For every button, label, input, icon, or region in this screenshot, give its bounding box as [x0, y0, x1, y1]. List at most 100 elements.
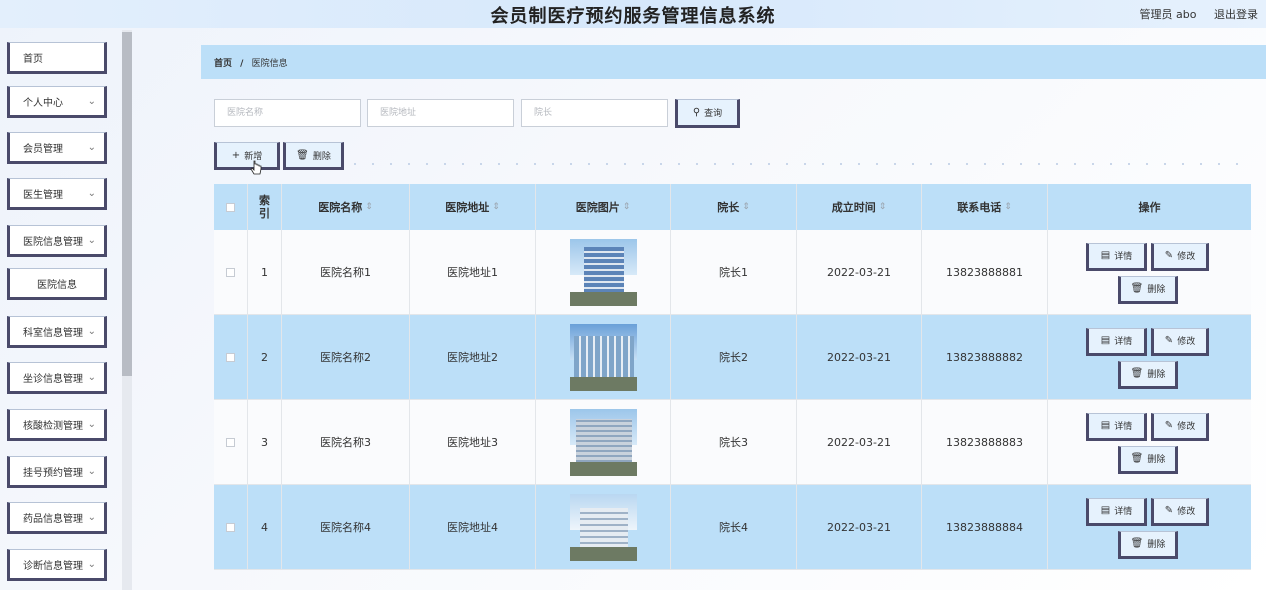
chevron-down-icon: ⌄	[87, 235, 96, 246]
header-phone[interactable]: 联系电话 ⇕	[922, 184, 1048, 230]
row-checkbox[interactable]	[226, 352, 235, 362]
document-icon: ▤	[1100, 250, 1111, 261]
edit-button-label: 修改	[1177, 507, 1196, 517]
row-select-cell[interactable]	[214, 230, 248, 314]
select-all-cell[interactable]	[214, 184, 248, 230]
detail-button[interactable]: ▤ 详情	[1086, 497, 1147, 526]
header-phone-label: 联系电话	[957, 201, 1002, 214]
sidebar-item[interactable]: 核酸检测管理 ⌄	[7, 409, 107, 441]
delete-button[interactable]: 🗑 删除	[1118, 360, 1178, 389]
sidebar-item[interactable]: 会员管理 ⌄	[7, 132, 107, 164]
sidebar-item[interactable]: 诊断信息管理 ⌄	[7, 549, 107, 581]
header-image[interactable]: 医院图片 ⇕	[536, 184, 671, 230]
hospital-table: 索引 医院名称 ⇕ 医院地址 ⇕ 医院图片 ⇕ 院长 ⇕ 成立时间 ⇕ 联系电话 ⇕ 操作 …	[214, 184, 1251, 570]
trash-icon: 🗑	[1130, 368, 1144, 379]
sidebar-item[interactable]: 挂号预约管理 ⌄	[7, 456, 107, 488]
header-name[interactable]: 医院名称 ⇕	[282, 184, 410, 230]
delete-button-label: 删除	[1147, 370, 1166, 380]
batch-delete-button[interactable]: 🗑 删除	[283, 142, 344, 170]
sidebar-item[interactable]: 科室信息管理 ⌄	[7, 316, 107, 348]
sidebar-item-label: 会员管理	[23, 143, 63, 155]
sort-icon[interactable]: ⇕	[1004, 202, 1012, 212]
row-name: 医院名称3	[282, 400, 410, 484]
row-checkbox[interactable]	[226, 267, 235, 277]
hospital-address-input[interactable]	[367, 99, 514, 127]
row-image-cell	[536, 485, 671, 569]
row-index: 3	[248, 400, 282, 484]
batch-delete-label: 删除	[312, 151, 331, 162]
chevron-down-icon: ⌄	[87, 142, 96, 153]
row-image-cell	[536, 400, 671, 484]
header-ops: 操作	[1048, 184, 1251, 230]
row-select-cell[interactable]	[214, 400, 248, 484]
row-select-cell[interactable]	[214, 315, 248, 399]
row-checkbox[interactable]	[226, 522, 235, 532]
sidebar-item[interactable]: 坐诊信息管理 ⌄	[7, 362, 107, 394]
sidebar-item[interactable]: 个人中心 ⌄	[7, 86, 107, 118]
header-dean[interactable]: 院长 ⇕	[671, 184, 797, 230]
row-phone: 13823888883	[922, 400, 1048, 484]
delete-button-label: 删除	[1147, 285, 1166, 295]
sort-icon[interactable]: ⇕	[742, 202, 750, 212]
row-date: 2022-03-21	[797, 315, 922, 399]
select-all-checkbox[interactable]	[226, 202, 235, 212]
dean-input[interactable]	[521, 99, 668, 127]
admin-user-label[interactable]: 管理员 abo	[1140, 8, 1197, 21]
header-address[interactable]: 医院地址 ⇕	[410, 184, 536, 230]
detail-button[interactable]: ▤ 详情	[1086, 327, 1147, 356]
sort-icon[interactable]: ⇕	[492, 202, 500, 212]
header-index: 索引	[248, 184, 282, 230]
document-icon: ▤	[1100, 335, 1111, 346]
detail-button[interactable]: ▤ 详情	[1086, 412, 1147, 441]
sidebar-item-label: 医院信息	[37, 279, 77, 291]
sort-icon[interactable]: ⇕	[879, 202, 887, 212]
sidebar-item[interactable]: 药品信息管理 ⌄	[7, 502, 107, 534]
row-checkbox[interactable]	[226, 437, 235, 447]
row-ops-cell: ▤ 详情 ✎ 修改 🗑 删除	[1048, 315, 1251, 399]
sidebar-item-label: 医院信息管理	[23, 236, 83, 248]
delete-button[interactable]: 🗑 删除	[1118, 530, 1178, 559]
pencil-icon: ✎	[1164, 420, 1174, 431]
hospital-image	[569, 408, 637, 476]
hospital-name-input[interactable]	[214, 99, 361, 127]
search-icon: ⚲	[692, 107, 701, 118]
row-index: 2	[248, 315, 282, 399]
edit-button[interactable]: ✎ 修改	[1151, 497, 1209, 526]
top-bar: 会员制医疗预约服务管理信息系统 管理员 abo 退出登录	[0, 0, 1266, 28]
detail-button-label: 详情	[1114, 252, 1133, 262]
sort-icon[interactable]: ⇕	[365, 202, 373, 212]
header-date[interactable]: 成立时间 ⇕	[797, 184, 922, 230]
document-icon: ▤	[1100, 505, 1111, 516]
plus-icon: +	[231, 149, 241, 161]
delete-button[interactable]: 🗑 删除	[1118, 445, 1178, 474]
table-header-row: 索引 医院名称 ⇕ 医院地址 ⇕ 医院图片 ⇕ 院长 ⇕ 成立时间 ⇕ 联系电话 ⇕ 操作	[214, 184, 1251, 230]
sidebar-item[interactable]: 首页	[7, 42, 107, 74]
row-address: 医院地址1	[410, 230, 536, 314]
logout-link[interactable]: 退出登录	[1214, 8, 1258, 21]
table-row: 3 医院名称3 医院地址3 院长3 2022-03-21 13823888883 ▤ 详情 ✎ 修…	[214, 400, 1251, 485]
edit-button[interactable]: ✎ 修改	[1151, 412, 1209, 441]
edit-button[interactable]: ✎ 修改	[1151, 327, 1209, 356]
sidebar-item-label: 挂号预约管理	[23, 467, 83, 479]
breadcrumb: 首页 / 医院信息	[201, 45, 1266, 79]
sort-icon[interactable]: ⇕	[623, 202, 631, 212]
add-button[interactable]: + 新增	[214, 142, 280, 170]
row-select-cell[interactable]	[214, 485, 248, 569]
trash-icon: 🗑	[1130, 283, 1144, 294]
delete-button[interactable]: 🗑 删除	[1118, 275, 1178, 304]
sidebar-item[interactable]: 医生管理 ⌄	[7, 178, 107, 210]
decorative-dots	[346, 162, 1251, 166]
breadcrumb-home[interactable]: 首页	[214, 59, 232, 69]
detail-button[interactable]: ▤ 详情	[1086, 242, 1147, 271]
search-button[interactable]: ⚲ 查询	[675, 99, 740, 128]
edit-button[interactable]: ✎ 修改	[1151, 242, 1209, 271]
sidebar-item[interactable]: 医院信息管理 ⌄	[7, 225, 107, 257]
table-row: 1 医院名称1 医院地址1 院长1 2022-03-21 13823888881 ▤ 详情 ✎ 修…	[214, 230, 1251, 315]
header-address-label: 医院地址	[445, 201, 490, 214]
delete-button-label: 删除	[1147, 540, 1166, 550]
hospital-image	[569, 323, 637, 391]
chevron-down-icon: ⌄	[87, 326, 96, 337]
sidebar-scrollbar-thumb[interactable]	[122, 32, 132, 376]
trash-icon: 🗑	[1130, 538, 1144, 549]
sidebar-item[interactable]: 医院信息	[7, 268, 107, 300]
